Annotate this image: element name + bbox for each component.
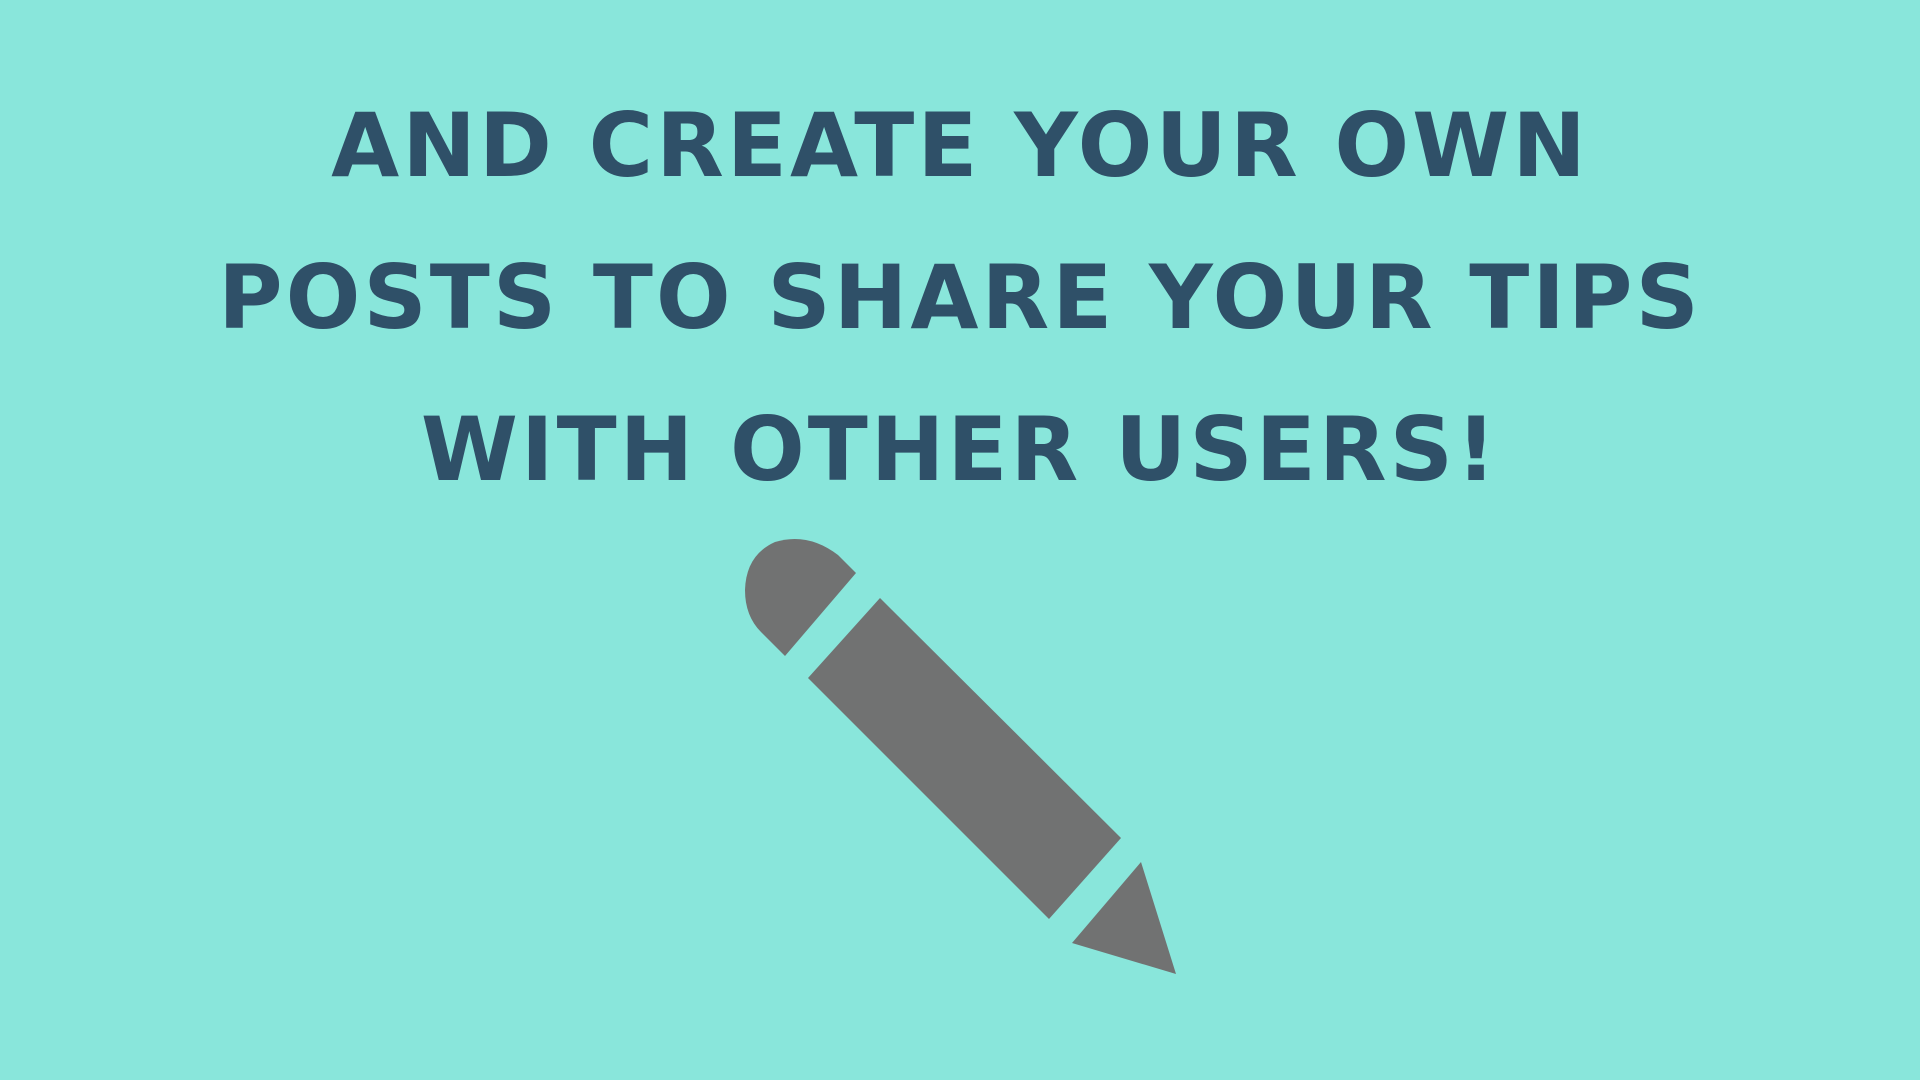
pencil-eraser — [745, 538, 856, 656]
slide: AND CREATE YOUR OWN POSTS TO SHARE YOUR … — [0, 0, 1920, 1080]
pencil-body — [808, 598, 1121, 919]
pencil-icon — [745, 538, 1176, 974]
pencil-tip — [1072, 862, 1176, 974]
headline-line-2: POSTS TO SHARE YOUR TIPS — [218, 246, 1702, 349]
headline-line-3: WITH OTHER USERS! — [420, 398, 1500, 501]
headline-line-1: AND CREATE YOUR OWN — [331, 94, 1589, 197]
headline: AND CREATE YOUR OWN POSTS TO SHARE YOUR … — [0, 70, 1920, 526]
